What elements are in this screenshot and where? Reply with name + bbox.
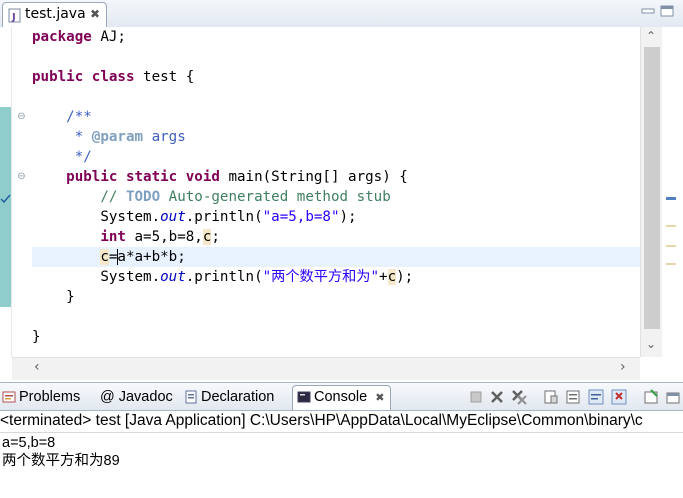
code-line[interactable] (32, 47, 640, 67)
code-line[interactable]: public static void main(String[] args) { (32, 167, 640, 187)
fold-collapse-icon[interactable]: ⊖ (17, 172, 26, 182)
console-process-status: <terminated> test [Java Application] C:\… (0, 410, 683, 433)
code-line[interactable]: // TODO Auto-generated method stub (32, 187, 640, 207)
tab-label: Console (314, 389, 368, 405)
tab-declaration[interactable]: Declaration (184, 386, 274, 408)
console-output-line: a=5,b=8 (2, 435, 56, 451)
checkmark-icon (0, 194, 11, 204)
code-line[interactable]: public class test { (32, 67, 640, 87)
text-caret (117, 249, 118, 265)
clear-console-icon[interactable] (543, 389, 559, 405)
minimize-icon[interactable] (641, 5, 655, 17)
code-line[interactable]: System.out.println("a=5,b=8"); (32, 207, 640, 227)
scroll-down-icon[interactable]: ⌄ (646, 337, 656, 351)
tab-console[interactable]: Console ✖ (292, 385, 392, 410)
scrollbar-thumb[interactable] (644, 47, 660, 329)
code-line[interactable]: } (32, 287, 640, 307)
close-icon[interactable]: ✖ (375, 392, 384, 404)
code-line[interactable] (32, 307, 640, 327)
tab-javadoc[interactable]: @ Javadoc (100, 386, 173, 408)
word-wrap-icon[interactable] (588, 389, 604, 405)
tab-label: Declaration (201, 389, 275, 405)
terminate-icon[interactable] (468, 389, 484, 405)
console-view-tab-bar: Problems @ Javadoc Declaration Console ✖ (0, 382, 683, 411)
vertical-scrollbar[interactable]: ⌃ ⌄ (640, 27, 663, 357)
code-area[interactable]: package AJ; public class test { /** * @pa… (32, 27, 640, 357)
remove-all-terminated-icon[interactable] (511, 389, 527, 405)
tab-label: Problems (19, 389, 81, 405)
code-line[interactable]: */ (32, 147, 640, 167)
scroll-left-icon[interactable]: ‹ (34, 359, 40, 375)
code-line[interactable]: * @param args (32, 127, 640, 147)
declaration-icon (185, 390, 197, 404)
ruler-divider (11, 27, 12, 357)
code-line[interactable]: /** (32, 107, 640, 127)
tab-label: @ Javadoc (100, 389, 173, 405)
editor-tab-test-java[interactable]: J test.java ✖ (2, 2, 107, 28)
remove-launch-icon[interactable] (489, 389, 505, 405)
overview-mark[interactable] (666, 245, 676, 247)
overview-mark[interactable] (666, 263, 676, 265)
tab-problems[interactable]: Problems (2, 386, 80, 408)
overview-ruler (662, 27, 683, 379)
svg-text:J: J (11, 12, 16, 23)
code-line[interactable]: package AJ; (32, 27, 640, 47)
console-icon (297, 391, 311, 403)
problems-icon (2, 391, 16, 403)
maximize-icon[interactable] (660, 5, 674, 17)
pin-console-icon[interactable] (611, 389, 627, 405)
open-console-icon[interactable] (665, 389, 681, 405)
code-line[interactable]: } (32, 327, 640, 347)
overview-mark[interactable] (666, 225, 676, 227)
code-line[interactable] (32, 87, 640, 107)
scroll-right-icon[interactable]: › (620, 359, 626, 375)
fold-collapse-icon[interactable]: ⊖ (17, 112, 26, 122)
horizontal-scrollbar[interactable]: ‹ › (12, 357, 640, 380)
code-line[interactable]: int a=5,b=8,c; (32, 227, 640, 247)
java-file-icon: J (8, 8, 21, 23)
quick-diff-ruler (0, 27, 12, 379)
display-selected-console-icon[interactable] (643, 389, 659, 405)
scroll-up-icon[interactable]: ⌃ (646, 29, 656, 43)
console-output[interactable]: a=5,b=8 两个数平方和为89 (2, 434, 683, 470)
editor-tab-bar: J test.java ✖ (0, 0, 683, 28)
close-icon[interactable]: ✖ (90, 7, 100, 21)
scroll-lock-icon[interactable] (565, 389, 581, 405)
console-output-line: 两个数平方和为89 (2, 453, 120, 469)
editor-tab-label: test.java (25, 6, 86, 22)
overview-mark[interactable] (666, 197, 676, 200)
code-line[interactable]: c=a*a+b*b; (32, 247, 640, 267)
java-editor[interactable]: ⊖ ⊖ package AJ; public class test { /** *… (0, 27, 683, 380)
code-line[interactable]: System.out.println("两个数平方和为"+c); (32, 267, 640, 287)
